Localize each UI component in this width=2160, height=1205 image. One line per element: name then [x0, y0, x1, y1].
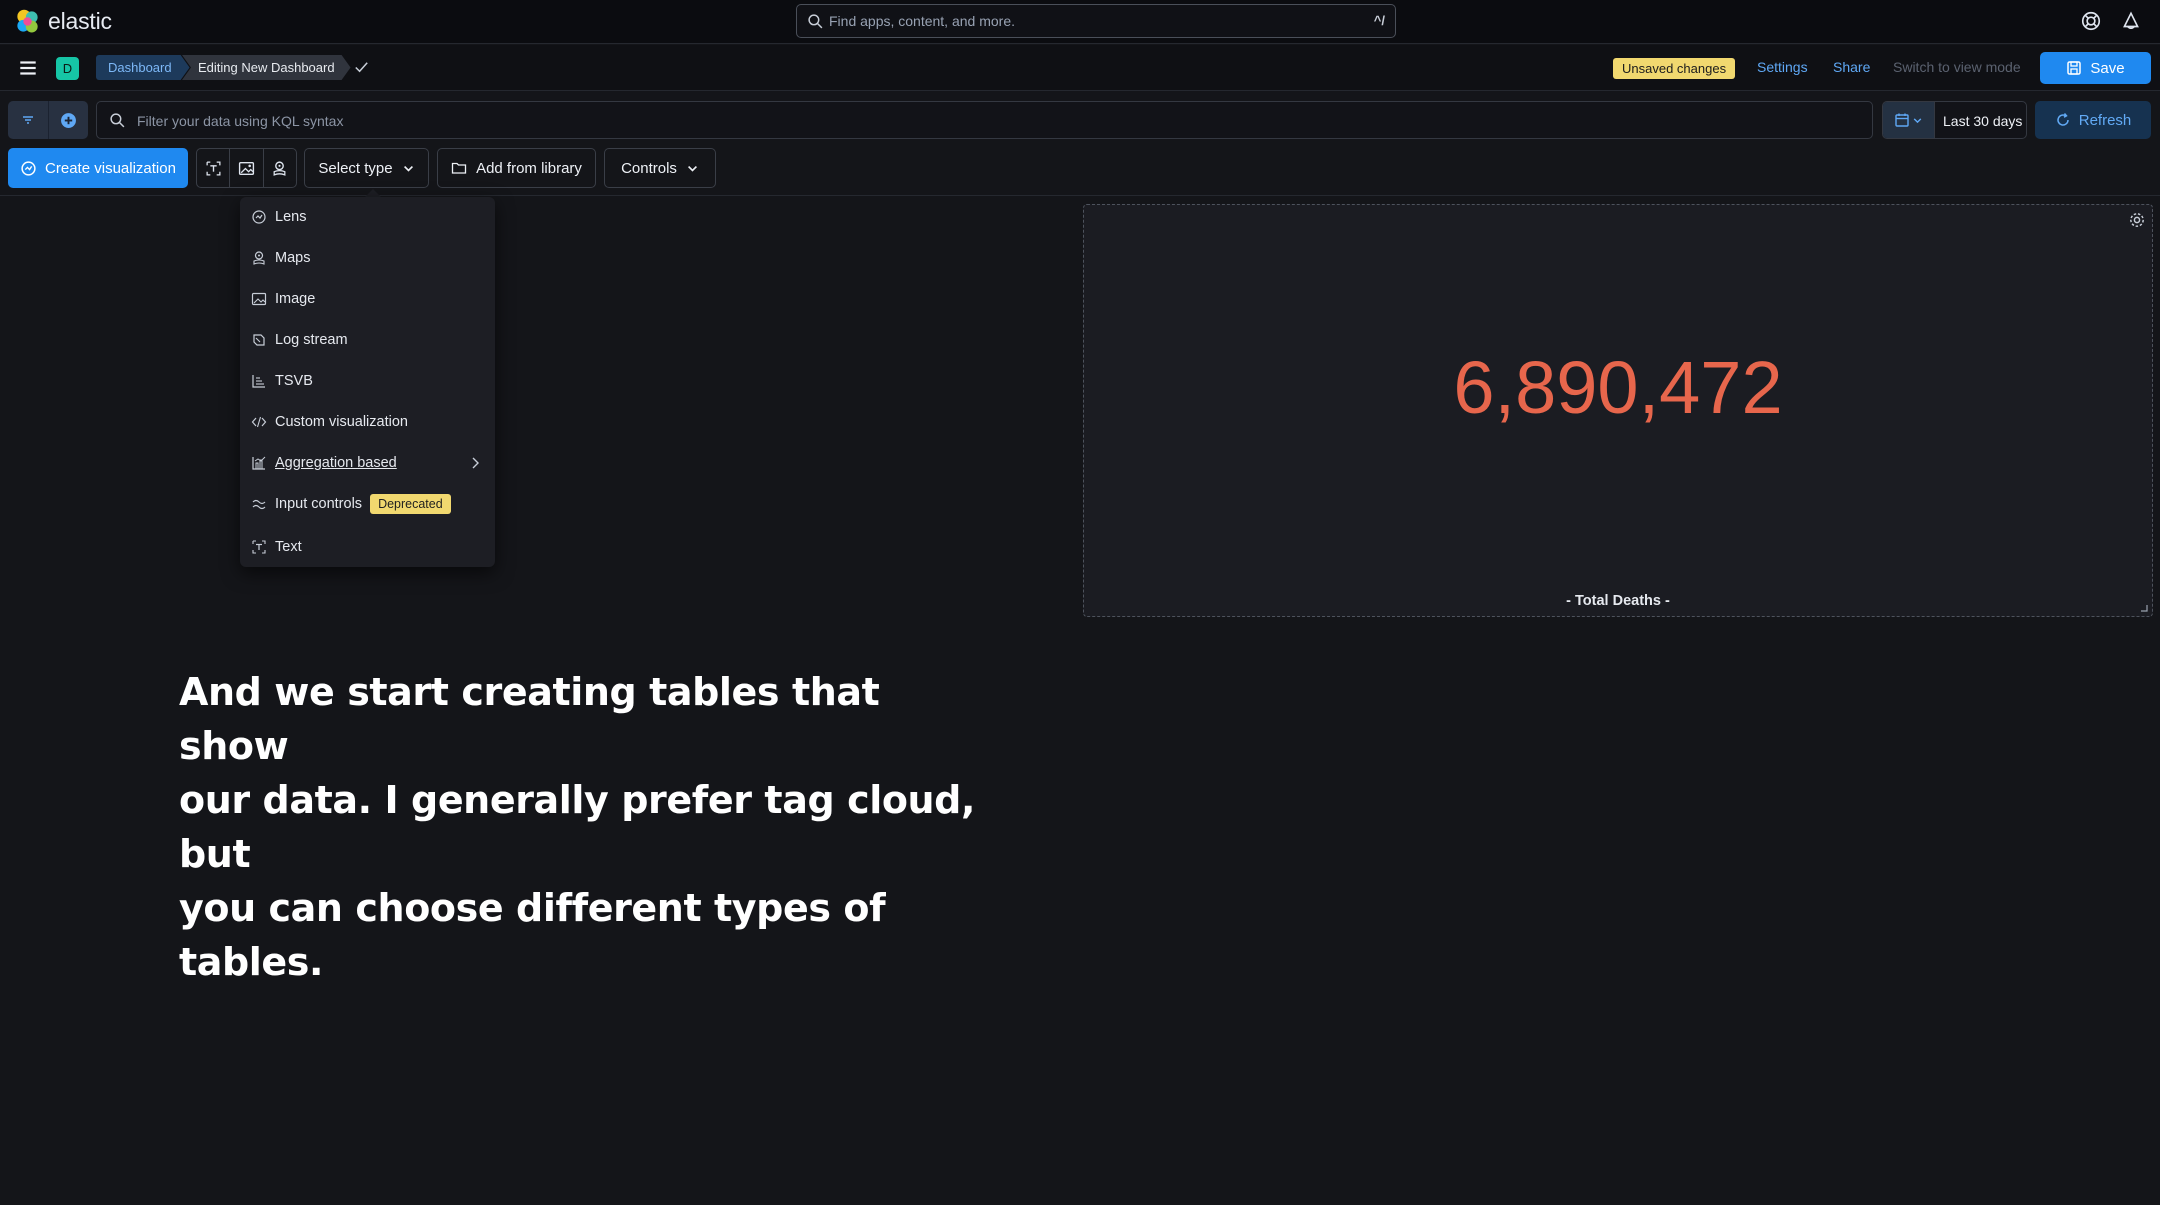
space-avatar[interactable]: D [56, 57, 79, 80]
menu-item-label: Lens [275, 209, 307, 225]
quick-date-menu-button[interactable] [1883, 102, 1935, 138]
breadcrumb-dashboard[interactable]: Dashboard [96, 55, 190, 80]
menu-item-label: Input controls [275, 496, 363, 512]
settings-link[interactable]: Settings [1757, 59, 1808, 75]
search-icon [110, 113, 125, 128]
code-icon [251, 416, 267, 428]
filter-controls [8, 101, 88, 139]
select-type-menu: Lens Maps Image Log stream TSVB Custom v… [240, 197, 495, 567]
add-from-library-button[interactable]: Add from library [437, 148, 596, 188]
add-image-button[interactable] [229, 149, 262, 187]
create-visualization-label: Create visualization [45, 159, 176, 177]
select-type-button[interactable]: Select type [304, 148, 429, 188]
tutorial-caption: And we start creating tables that show o… [179, 665, 979, 989]
menu-item-input-controls[interactable]: Input controls Deprecated [240, 486, 495, 522]
lens-icon [21, 160, 36, 176]
menu-item-label: Custom visualization [275, 414, 408, 430]
image-icon [238, 161, 255, 175]
caption-line: our data. I generally prefer tag cloud, … [179, 778, 976, 876]
maps-icon [273, 160, 286, 176]
caption-line: you can choose different types of tables… [179, 886, 886, 984]
kql-query-input[interactable]: Filter your data using KQL syntax [96, 101, 1873, 139]
elastic-logo[interactable]: elastic [14, 8, 112, 35]
filter-menu-button[interactable] [8, 101, 48, 139]
unsaved-changes-badge: Unsaved changes [1613, 58, 1736, 79]
menu-item-custom-visualization[interactable]: Custom visualization [240, 404, 495, 440]
global-search-placeholder: Find apps, content, and more. [829, 13, 1015, 29]
calendar-icon [1895, 113, 1909, 127]
menu-item-label: TSVB [275, 373, 313, 389]
breadcrumb-current: Editing New Dashboard [182, 55, 351, 80]
chevron-down-icon [687, 165, 697, 172]
menu-item-tsvb[interactable]: TSVB [240, 363, 495, 399]
date-range-label[interactable]: Last 30 days [1943, 113, 2022, 129]
text-icon [206, 160, 221, 176]
controls-icon [252, 499, 266, 510]
save-label: Save [2090, 59, 2125, 77]
folder-icon [451, 162, 467, 174]
add-filter-button[interactable] [48, 101, 88, 139]
add-text-button[interactable] [197, 149, 229, 187]
kql-placeholder: Filter your data using KQL syntax [137, 113, 344, 129]
menu-item-label: Log stream [275, 332, 348, 348]
search-icon [808, 14, 823, 29]
add-from-library-label: Add from library [476, 159, 582, 177]
deprecated-badge: Deprecated [370, 494, 451, 514]
menu-item-aggregation-based[interactable]: Aggregation based [240, 445, 495, 481]
menu-item-image[interactable]: Image [240, 281, 495, 317]
controls-label: Controls [621, 159, 677, 177]
refresh-button[interactable]: Refresh [2035, 101, 2151, 139]
metric-value: 6,890,472 [1453, 346, 1783, 429]
aggregation-icon [252, 456, 266, 470]
chevron-down-icon [1913, 117, 1922, 123]
elastic-logo-icon [17, 9, 38, 33]
filter-icon [23, 116, 33, 124]
toolbar-divider [0, 195, 2160, 196]
menu-item-lens[interactable]: Lens [240, 199, 495, 235]
save-icon [2067, 61, 2082, 75]
image-icon [251, 292, 267, 306]
lens-icon [252, 210, 266, 224]
help-icon[interactable] [2080, 10, 2102, 32]
menu-item-log-stream[interactable]: Log stream [240, 322, 495, 358]
maps-icon [253, 251, 265, 265]
resize-handle-icon[interactable] [2138, 602, 2148, 612]
text-icon [252, 540, 266, 554]
save-button[interactable]: Save [2040, 52, 2151, 84]
app-navbar: D Dashboard Editing New Dashboard Unsave… [0, 45, 2160, 91]
refresh-label: Refresh [2078, 111, 2132, 129]
date-picker: Last 30 days [1882, 101, 2027, 139]
share-link[interactable]: Share [1833, 59, 1870, 75]
global-header: elastic Find apps, content, and more. ^/ [0, 0, 2160, 44]
panel-options-gear-icon[interactable] [2128, 211, 2146, 229]
menu-item-label: Aggregation based [275, 455, 397, 471]
chevron-down-icon [403, 165, 413, 172]
menu-item-text[interactable]: Text [240, 529, 495, 565]
create-visualization-button[interactable]: Create visualization [8, 148, 188, 188]
quick-add-buttons [196, 148, 297, 188]
caption-line: And we start creating tables that show [179, 670, 880, 768]
menu-item-label: Text [275, 539, 302, 555]
add-map-button[interactable] [262, 149, 296, 187]
switch-to-view-mode-link[interactable]: Switch to view mode [1893, 59, 2021, 75]
menu-item-label: Maps [275, 250, 311, 266]
controls-button[interactable]: Controls [604, 148, 716, 188]
plus-circle-icon [61, 112, 76, 128]
menu-item-label: Image [275, 291, 316, 307]
global-search-input[interactable]: Find apps, content, and more. ^/ [796, 4, 1396, 38]
chevron-right-icon [472, 457, 479, 469]
metric-label: - Total Deaths - [1566, 593, 1670, 609]
refresh-icon [2056, 113, 2069, 126]
select-type-label: Select type [318, 159, 393, 177]
menu-item-maps[interactable]: Maps [240, 240, 495, 276]
hamburger-menu-icon[interactable] [17, 57, 39, 79]
search-shortcut-hint: ^/ [1373, 13, 1385, 28]
check-icon [355, 62, 368, 73]
brand-name: elastic [48, 8, 112, 34]
log-stream-icon [253, 334, 265, 346]
newsfeed-icon[interactable] [2120, 10, 2142, 32]
metric-panel[interactable]: 6,890,472 - Total Deaths - [1083, 204, 2153, 617]
tsvb-icon [252, 375, 265, 388]
